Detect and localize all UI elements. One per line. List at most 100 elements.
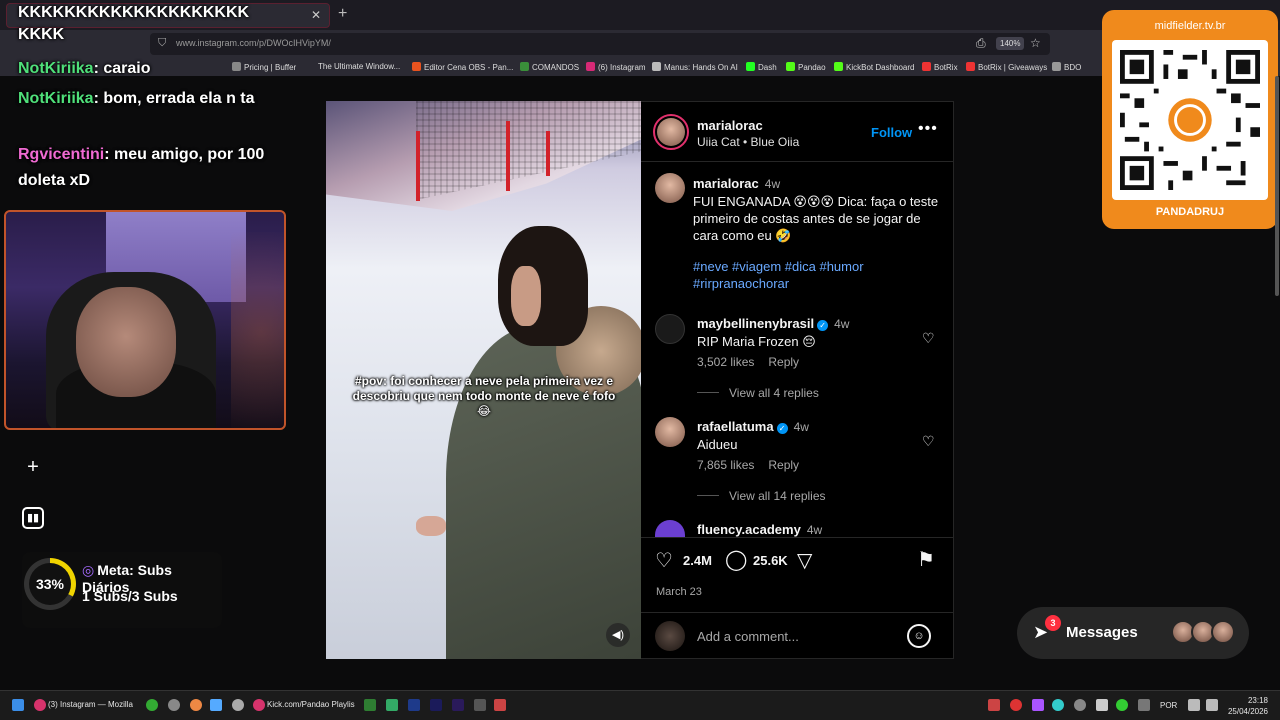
bookmark-item[interactable]: (6) Instagram [586, 62, 646, 72]
premiere-icon[interactable] [452, 699, 464, 711]
post-actions: ♡ 2.4M ◯ 25.6K ▽ ⚑ March 23 [641, 537, 954, 617]
dashboard-icon[interactable]: ▮▮ [22, 507, 44, 529]
tray-icon[interactable] [1032, 699, 1044, 711]
page-scrollbar[interactable] [1275, 76, 1279, 296]
comment-item: rafaellatuma ✓ 4w Aidueu [697, 418, 907, 453]
taskbar-app-firefox[interactable]: (3) Instagram — Mozilla [48, 700, 133, 709]
tray-icon[interactable] [1010, 699, 1022, 711]
view-replies-button[interactable]: View all 14 replies [697, 489, 826, 503]
post-header: marialorac Uiia Cat • Blue Oiia Follow •… [641, 102, 954, 162]
avatar-image [657, 118, 685, 146]
taskbar-icon[interactable] [146, 699, 158, 711]
caption-avatar[interactable] [655, 173, 685, 203]
chat-message: NotKiriika: caraio [18, 56, 268, 82]
taskbar-icon[interactable] [494, 699, 506, 711]
chat-message: NotKiriika: bom, errada ela n ta [18, 86, 268, 112]
comment-like-icon[interactable]: ♡ [922, 433, 935, 450]
comment-username[interactable]: fluency.academy [697, 522, 801, 537]
photoshop-icon[interactable] [408, 699, 420, 711]
messages-button[interactable]: ➤ 3 Messages [1017, 607, 1249, 659]
audition-icon[interactable] [430, 699, 442, 711]
more-options-icon[interactable]: ••• [918, 120, 938, 138]
taskbar-icon[interactable] [474, 699, 486, 711]
tab-close-icon[interactable]: ✕ [311, 8, 321, 22]
start-icon[interactable] [12, 699, 24, 711]
speaker-icon[interactable]: ◀) [606, 623, 630, 647]
comment-time: 4w [806, 523, 823, 537]
comment-like-icon[interactable]: ♡ [922, 330, 935, 347]
tray-icon[interactable] [1074, 699, 1086, 711]
comment-username[interactable]: rafaellatuma [697, 419, 774, 434]
address-bar[interactable]: ⛉ www.instagram.com/p/DWOcIHVipYM/ ⎙ 140… [150, 33, 1050, 55]
caption-hashtags[interactable]: #neve #viagem #dica #humor #rirpranaocho… [693, 258, 943, 292]
taskbar-icon[interactable] [232, 699, 244, 711]
bookmark-item[interactable]: Dash [746, 62, 777, 72]
taskbar-app-kick[interactable]: Kick.com/Pandao Playlis [267, 700, 355, 709]
tray-icon[interactable] [1096, 699, 1108, 711]
zoom-level[interactable]: 140% [996, 37, 1025, 50]
view-replies-button[interactable]: View all 4 replies [697, 386, 819, 400]
commenter-avatar[interactable] [655, 520, 685, 537]
volume-icon[interactable] [1206, 699, 1218, 711]
reply-button[interactable]: Reply [768, 458, 799, 472]
comment-meta: 7,865 likes Reply [697, 458, 813, 472]
taskbar-icon[interactable] [168, 699, 180, 711]
bookmark-item[interactable]: Manus: Hands On AI [652, 62, 738, 72]
bookmark-item[interactable]: Editor Cena OBS - Pan... [412, 62, 513, 72]
comment-likes[interactable]: 3,502 likes [697, 355, 754, 369]
emoji-icon[interactable]: ☺ [907, 624, 931, 648]
bookmark-item[interactable]: COMANDOS [520, 62, 579, 72]
taskbar-icon[interactable] [386, 699, 398, 711]
bookmark-item[interactable]: The Ultimate Window... [318, 62, 400, 71]
taskbar-icon[interactable] [210, 699, 222, 711]
audio-track[interactable]: Uiia Cat • Blue Oiia [697, 135, 799, 149]
network-icon[interactable] [1188, 699, 1200, 711]
goal-progress-text: 1 Subs/3 Subs [82, 588, 178, 604]
comment-likes[interactable]: 7,865 likes [697, 458, 754, 472]
taskbar-clock[interactable]: 23:18 25/04/2026 [1224, 695, 1268, 717]
keyboard-language[interactable]: POR [1160, 701, 1177, 710]
goal-icon: ◎ [82, 562, 95, 578]
reader-view-icon[interactable]: ⎙ [976, 36, 986, 51]
new-tab-icon[interactable]: + [338, 5, 347, 23]
mic-icon[interactable] [1138, 699, 1150, 711]
follow-button[interactable]: Follow [871, 125, 912, 140]
bookmark-item[interactable]: Pandao [786, 62, 826, 72]
reply-button[interactable]: Reply [768, 355, 799, 369]
comment-input[interactable]: Add a comment... [697, 629, 799, 644]
author-username[interactable]: marialorac [697, 118, 763, 133]
taskbar-icon[interactable] [190, 699, 202, 711]
clock-date: 25/04/2026 [1227, 707, 1268, 716]
create-icon[interactable]: + [22, 456, 44, 478]
post-video[interactable]: #pov: foi conhecer a neve pela primeira … [326, 101, 641, 659]
tab-title[interactable]: KKKKKKKKKKKKKKKKKKKK KKKK [18, 2, 268, 46]
add-comment-bar: Add a comment... ☺ [641, 612, 954, 660]
video-caption-overlay: #pov: foi conhecer a neve pela primeira … [352, 374, 616, 418]
comments-count[interactable]: 25.6K [753, 553, 788, 568]
firefox-icon[interactable] [34, 699, 46, 711]
caption-username[interactable]: marialorac [693, 176, 759, 191]
commenter-avatar[interactable] [655, 314, 685, 344]
firefox-icon[interactable] [253, 699, 265, 711]
bookmark-item[interactable]: KickBot Dashboard [834, 62, 914, 72]
bookmark-star-icon[interactable]: ☆ [1030, 36, 1041, 50]
like-heart-icon[interactable]: ♡ [655, 548, 673, 573]
tray-icon[interactable] [1116, 699, 1128, 711]
share-icon[interactable]: ▽ [797, 548, 812, 573]
tab-title-line: KKKKKKKKKKKKKKKKKKKK [18, 4, 250, 21]
bookmark-folder[interactable]: BDO [1052, 62, 1081, 72]
commenter-avatar[interactable] [655, 417, 685, 447]
tray-icon[interactable] [1052, 699, 1064, 711]
author-avatar[interactable] [653, 114, 689, 150]
comment-item: fluency.academy 4w [697, 521, 907, 537]
tray-icon[interactable] [988, 699, 1000, 711]
bookmark-item[interactable]: BotRix [922, 62, 958, 72]
comment-bubble-icon[interactable]: ◯ [725, 547, 747, 572]
comment-username[interactable]: maybellinenybrasil [697, 316, 814, 331]
save-bookmark-icon[interactable]: ⚑ [917, 547, 935, 572]
bookmark-item[interactable]: BotRix | Giveaways [966, 62, 1047, 72]
likes-count[interactable]: 2.4M [683, 553, 712, 568]
chat-message: Rgvicentini: meu amigo, por 100 doleta x… [18, 142, 268, 194]
goal-progress-ring: 33% [24, 558, 76, 610]
taskbar-icon[interactable] [364, 699, 376, 711]
